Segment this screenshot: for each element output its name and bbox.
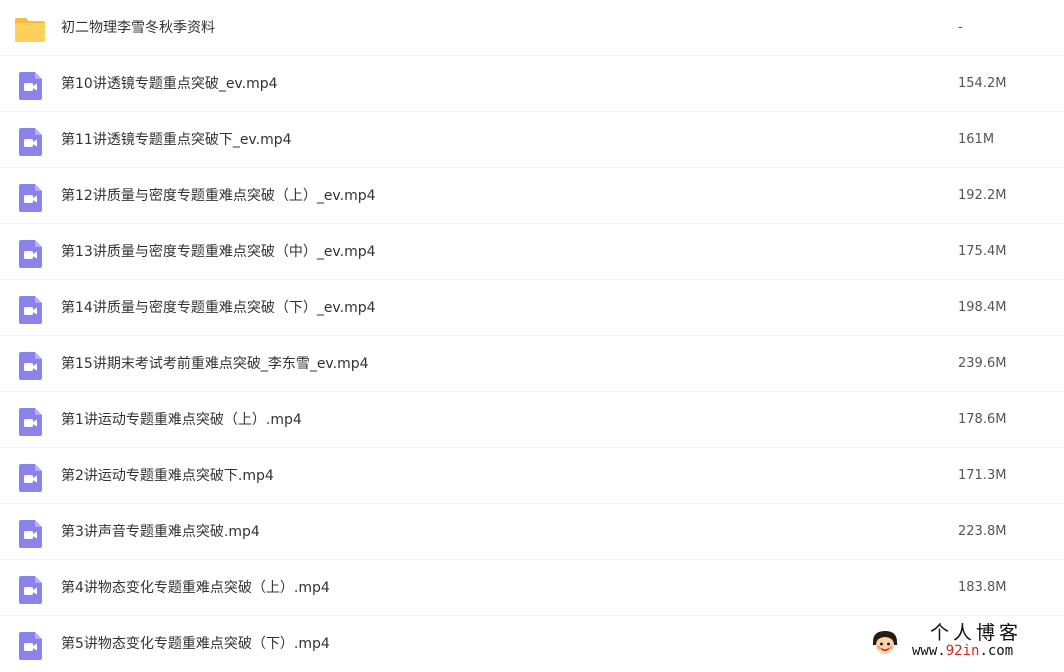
file-size: 161M (958, 132, 995, 147)
file-size: 171.3M (958, 468, 1007, 483)
file-size: 192.2M (958, 188, 1007, 203)
file-row[interactable]: 第10讲透镜专题重点突破_ev.mp4 154.2M (0, 56, 1064, 112)
file-name: 第5讲物态变化专题重难点突破（下）.mp4 (61, 636, 330, 652)
watermark-url: www.92in.com (912, 642, 1013, 660)
video-file-icon (14, 406, 46, 438)
file-row[interactable]: 第14讲质量与密度专题重难点突破（下）_ev.mp4 198.4M (0, 280, 1064, 336)
file-row[interactable]: 第3讲声音专题重难点突破.mp4 223.8M (0, 504, 1064, 560)
file-size: 223.8M (958, 524, 1007, 539)
file-size: 178.6M (958, 412, 1007, 427)
file-size: - (958, 20, 963, 35)
file-name: 第11讲透镜专题重点突破下_ev.mp4 (61, 132, 292, 148)
file-size: 154.2M (958, 76, 1007, 91)
video-file-icon (14, 574, 46, 606)
video-file-icon (14, 126, 46, 158)
cartoon-face-logo-icon (870, 628, 900, 658)
file-row[interactable]: 第2讲运动专题重难点突破下.mp4 171.3M (0, 448, 1064, 504)
video-file-icon (14, 462, 46, 494)
file-name: 第14讲质量与密度专题重难点突破（下）_ev.mp4 (61, 300, 376, 316)
watermark-url-suffix: .com (979, 643, 1014, 659)
file-row[interactable]: 第11讲透镜专题重点突破下_ev.mp4 161M (0, 112, 1064, 168)
file-size: 175.4M (958, 244, 1007, 259)
folder-icon (14, 14, 46, 46)
video-file-icon (14, 518, 46, 550)
file-list: 初二物理李雪冬秋季资料 - 第10讲透镜专题重点突破_ev.mp4 154.2M… (0, 0, 1064, 665)
file-name: 第15讲期末考试考前重难点突破_李东雪_ev.mp4 (61, 356, 369, 372)
video-file-icon (14, 70, 46, 102)
file-row[interactable]: 第15讲期末考试考前重难点突破_李东雪_ev.mp4 239.6M (0, 336, 1064, 392)
file-row[interactable]: 第12讲质量与密度专题重难点突破（上）_ev.mp4 192.2M (0, 168, 1064, 224)
video-file-icon (14, 238, 46, 270)
file-name: 第4讲物态变化专题重难点突破（上）.mp4 (61, 580, 330, 596)
file-name: 第13讲质量与密度专题重难点突破（中）_ev.mp4 (61, 244, 376, 260)
file-name: 第3讲声音专题重难点突破.mp4 (61, 524, 260, 540)
file-row[interactable]: 第13讲质量与密度专题重难点突破（中）_ev.mp4 175.4M (0, 224, 1064, 280)
blog-watermark: 个人博客 www.92in.com (868, 622, 1058, 662)
file-row[interactable]: 第1讲运动专题重难点突破（上）.mp4 178.6M (0, 392, 1064, 448)
file-name: 初二物理李雪冬秋季资料 (61, 20, 215, 36)
file-row[interactable]: 第4讲物态变化专题重难点突破（上）.mp4 183.8M (0, 560, 1064, 616)
file-name: 第12讲质量与密度专题重难点突破（上）_ev.mp4 (61, 188, 376, 204)
watermark-url-prefix: www. (912, 643, 946, 659)
video-file-icon (14, 182, 46, 214)
file-name: 第10讲透镜专题重点突破_ev.mp4 (61, 76, 278, 92)
video-file-icon (14, 294, 46, 326)
video-file-icon (14, 350, 46, 382)
video-file-icon (14, 630, 46, 662)
file-size: 183.8M (958, 580, 1007, 595)
file-row[interactable]: 初二物理李雪冬秋季资料 - (0, 0, 1064, 56)
file-size: 239.6M (958, 356, 1007, 371)
file-name: 第2讲运动专题重难点突破下.mp4 (61, 468, 274, 484)
file-name: 第1讲运动专题重难点突破（上）.mp4 (61, 412, 302, 428)
file-size: 198.4M (958, 300, 1007, 315)
watermark-title: 个人博客 (930, 622, 1023, 644)
watermark-url-accent: 92in (945, 643, 980, 659)
